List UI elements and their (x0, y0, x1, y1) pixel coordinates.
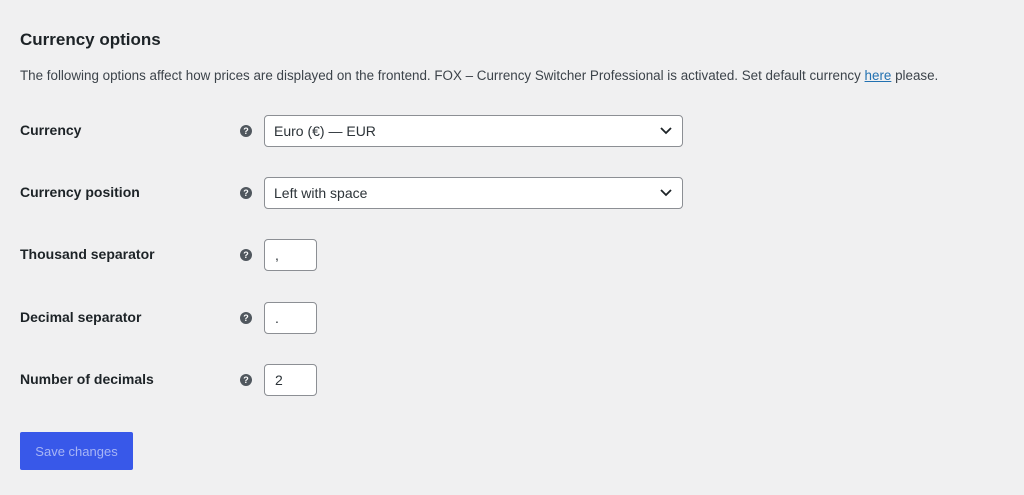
chevron-down-icon (660, 127, 672, 135)
help-icon[interactable]: ? (240, 187, 252, 199)
help-icon[interactable]: ? (240, 312, 252, 324)
help-icon[interactable]: ? (240, 125, 252, 137)
description-text: The following options affect how prices … (20, 68, 865, 83)
help-icon[interactable]: ? (240, 249, 252, 261)
number-of-decimals-input[interactable]: 2 (264, 364, 317, 396)
number-of-decimals-row: Number of decimals ? 2 (0, 364, 1024, 396)
currency-position-label: Currency position (20, 184, 140, 200)
currency-row: Currency ? Euro (€) — EUR (0, 115, 1024, 147)
help-icon[interactable]: ? (240, 374, 252, 386)
decimal-separator-input[interactable]: . (264, 302, 317, 334)
currency-position-row: Currency position ? Left with space (0, 177, 1024, 209)
currency-select-value: Euro (€) — EUR (274, 123, 376, 139)
number-of-decimals-value: 2 (275, 372, 283, 388)
number-of-decimals-label: Number of decimals (20, 371, 154, 387)
thousand-separator-value: , (275, 247, 279, 263)
currency-select[interactable]: Euro (€) — EUR (264, 115, 683, 147)
thousand-separator-row: Thousand separator ? , (0, 239, 1024, 271)
thousand-separator-input[interactable]: , (264, 239, 317, 271)
decimal-separator-value: . (275, 310, 279, 326)
default-currency-link[interactable]: here (865, 68, 892, 83)
thousand-separator-label: Thousand separator (20, 246, 155, 262)
chevron-down-icon (660, 189, 672, 197)
description-suffix: please. (891, 68, 939, 83)
currency-label: Currency (20, 122, 82, 138)
section-description: The following options affect how prices … (20, 68, 938, 83)
save-changes-button[interactable]: Save changes (20, 432, 133, 470)
currency-position-select-value: Left with space (274, 185, 368, 201)
settings-page: Currency options The following options a… (0, 0, 1024, 495)
decimal-separator-row: Decimal separator ? . (0, 302, 1024, 334)
page-title: Currency options (20, 30, 161, 49)
decimal-separator-label: Decimal separator (20, 309, 142, 325)
currency-position-select[interactable]: Left with space (264, 177, 683, 209)
